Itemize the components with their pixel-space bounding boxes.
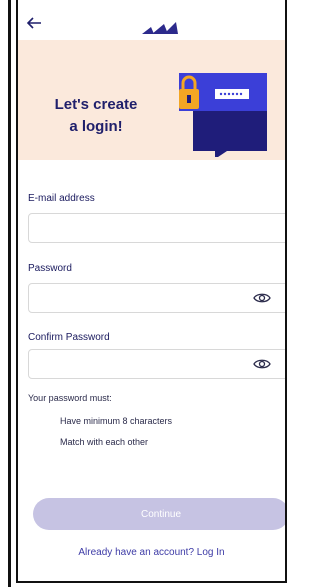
continue-button[interactable]: Continue — [33, 498, 285, 530]
login-screen: Let's create a login! E-mail address Pas… — [16, 0, 287, 583]
email-label: E-mail address — [28, 193, 95, 204]
password-field-wrapper — [28, 283, 285, 313]
frame-divider — [8, 0, 11, 587]
password-label: Password — [28, 263, 72, 274]
hero-title: Let's create a login! — [44, 94, 148, 138]
hero-title-line-1: Let's create — [54, 96, 138, 113]
password-field[interactable] — [35, 284, 239, 312]
arrow-left-icon[interactable] — [26, 16, 42, 30]
brand-logo-icon — [142, 22, 178, 34]
left-edge — [0, 0, 12, 587]
eye-icon[interactable] — [253, 292, 271, 304]
password-rules-title: Your password must: — [28, 393, 112, 403]
confirm-password-label: Confirm Password — [28, 332, 110, 343]
eye-icon[interactable] — [253, 358, 271, 370]
login-link[interactable]: Already have an account? Log In — [18, 547, 285, 558]
lock-password-card-icon — [179, 73, 267, 157]
screen-frame: Let's create a login! E-mail address Pas… — [0, 0, 287, 587]
confirm-password-field[interactable] — [35, 350, 239, 378]
top-bar — [18, 0, 285, 40]
hero-title-line-2: a login! — [69, 118, 123, 135]
email-field[interactable] — [28, 213, 285, 243]
password-rule-item: Match with each other — [60, 437, 149, 447]
password-rule-item: Have minimum 8 characters — [60, 416, 173, 426]
confirm-password-field-wrapper — [28, 349, 285, 379]
